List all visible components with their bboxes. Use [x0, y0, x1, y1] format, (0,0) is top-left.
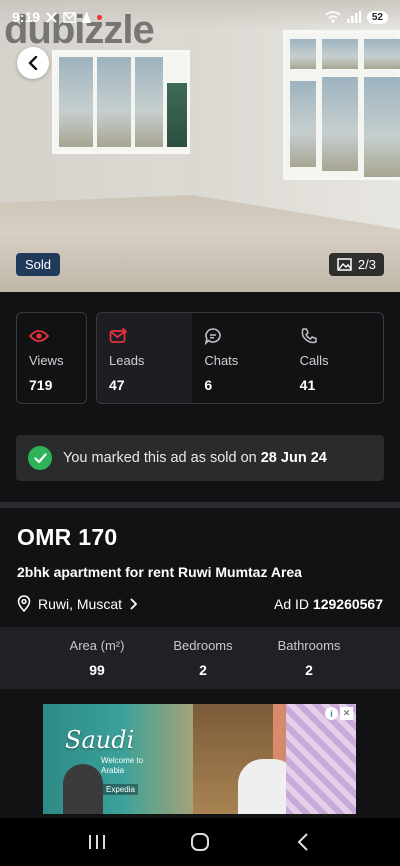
info-icon[interactable]: i	[325, 707, 338, 720]
ad-title: Saudi	[65, 726, 135, 754]
check-circle-icon	[28, 446, 52, 470]
stat-chats-value: 6	[204, 377, 213, 393]
stat-group: Leads 47 Chats 6 Calls 41	[96, 312, 384, 404]
signal-icon	[346, 11, 361, 23]
phone-icon	[301, 328, 317, 344]
recent-apps-button[interactable]	[77, 822, 117, 862]
stat-views-label: Views	[29, 353, 64, 368]
stat-chats[interactable]: Chats 6	[192, 313, 287, 403]
gallery-icon	[337, 258, 352, 271]
chat-icon	[205, 328, 222, 345]
specs-bar: Area (m²) 99 Bedrooms 2 Bathrooms 2	[0, 627, 400, 689]
spec-area: Area (m²) 99	[44, 627, 150, 689]
window-right	[283, 30, 400, 180]
chevron-right-icon	[130, 597, 138, 610]
ad-subtitle: Welcome to Arabia	[101, 756, 144, 775]
spec-bedrooms-value: 2	[199, 662, 207, 678]
stat-calls[interactable]: Calls 41	[288, 313, 383, 403]
stat-views: Views 719	[16, 312, 87, 404]
status-time: 9:19	[12, 9, 41, 25]
spec-bedrooms: Bedrooms 2	[150, 627, 256, 689]
stat-chats-label: Chats	[204, 353, 239, 368]
battery-indicator: 52	[366, 10, 388, 24]
stat-calls-value: 41	[299, 377, 316, 393]
home-button[interactable]	[180, 822, 220, 862]
sold-banner: You marked this ad as sold on 28 Jun 24	[16, 435, 384, 481]
recent-apps-icon	[88, 835, 105, 849]
x-app-icon	[46, 11, 57, 23]
stat-leads-label: Leads	[109, 353, 145, 368]
ad-id: Ad ID 129260567	[274, 596, 383, 612]
listing-title: 2bhk apartment for rent Ruwi Mumtaz Area	[17, 564, 302, 580]
spec-bathrooms: Bathrooms 2	[256, 627, 362, 689]
spec-area-label: Area (m²)	[69, 638, 125, 653]
stat-views-value: 719	[29, 377, 53, 393]
location-row: Ruwi, Muscat Ad ID 129260567	[17, 595, 383, 612]
back-arrow-icon	[297, 833, 309, 851]
stats-panel: Views 719 Leads 47 Chats 6 Calls 41	[16, 312, 384, 404]
sold-tag: Sold	[16, 253, 61, 276]
spec-area-value: 99	[89, 662, 105, 678]
sold-banner-text: You marked this ad as sold on	[63, 450, 257, 466]
ad-partner: Expedia	[103, 784, 138, 795]
eye-icon	[29, 330, 49, 342]
nav-back-button[interactable]	[283, 822, 323, 862]
status-bar: 9:19 52	[0, 0, 400, 34]
spec-bathrooms-value: 2	[305, 662, 313, 678]
envelope-icon	[109, 328, 127, 343]
spec-bedrooms-label: Bedrooms	[173, 638, 233, 653]
chevron-left-icon	[28, 56, 38, 70]
image-counter-text: 2/3	[357, 257, 376, 272]
location-link[interactable]: Ruwi, Muscat	[17, 595, 138, 612]
location-text: Ruwi, Muscat	[38, 595, 123, 612]
listing-price: OMR 170	[17, 524, 118, 550]
system-nav-bar	[0, 818, 400, 866]
wifi-icon	[325, 11, 341, 23]
notification-dot	[97, 14, 103, 20]
back-button[interactable]	[17, 47, 49, 79]
ad-id-label: Ad ID	[274, 595, 310, 612]
mail-icon	[63, 11, 76, 23]
image-counter[interactable]: 2/3	[328, 253, 384, 276]
advertisement-banner[interactable]: Saudi Welcome to Arabia Expedia i ✕	[43, 704, 356, 814]
hero-image[interactable]: dubizzle 9:19 52 Sold 2/3	[0, 0, 400, 292]
close-icon[interactable]: ✕	[340, 707, 353, 720]
stat-leads-value: 47	[109, 377, 125, 393]
window-left	[52, 50, 190, 154]
stat-calls-label: Calls	[299, 353, 329, 368]
stat-leads[interactable]: Leads 47	[97, 313, 193, 403]
notification-icon	[82, 11, 92, 23]
section-divider	[0, 502, 400, 508]
ad-id-value: 129260567	[312, 595, 383, 612]
location-pin-icon	[17, 595, 31, 612]
sold-banner-date: 28 Jun 24	[260, 450, 327, 466]
spec-bathrooms-label: Bathrooms	[277, 638, 341, 653]
home-icon	[190, 833, 209, 851]
